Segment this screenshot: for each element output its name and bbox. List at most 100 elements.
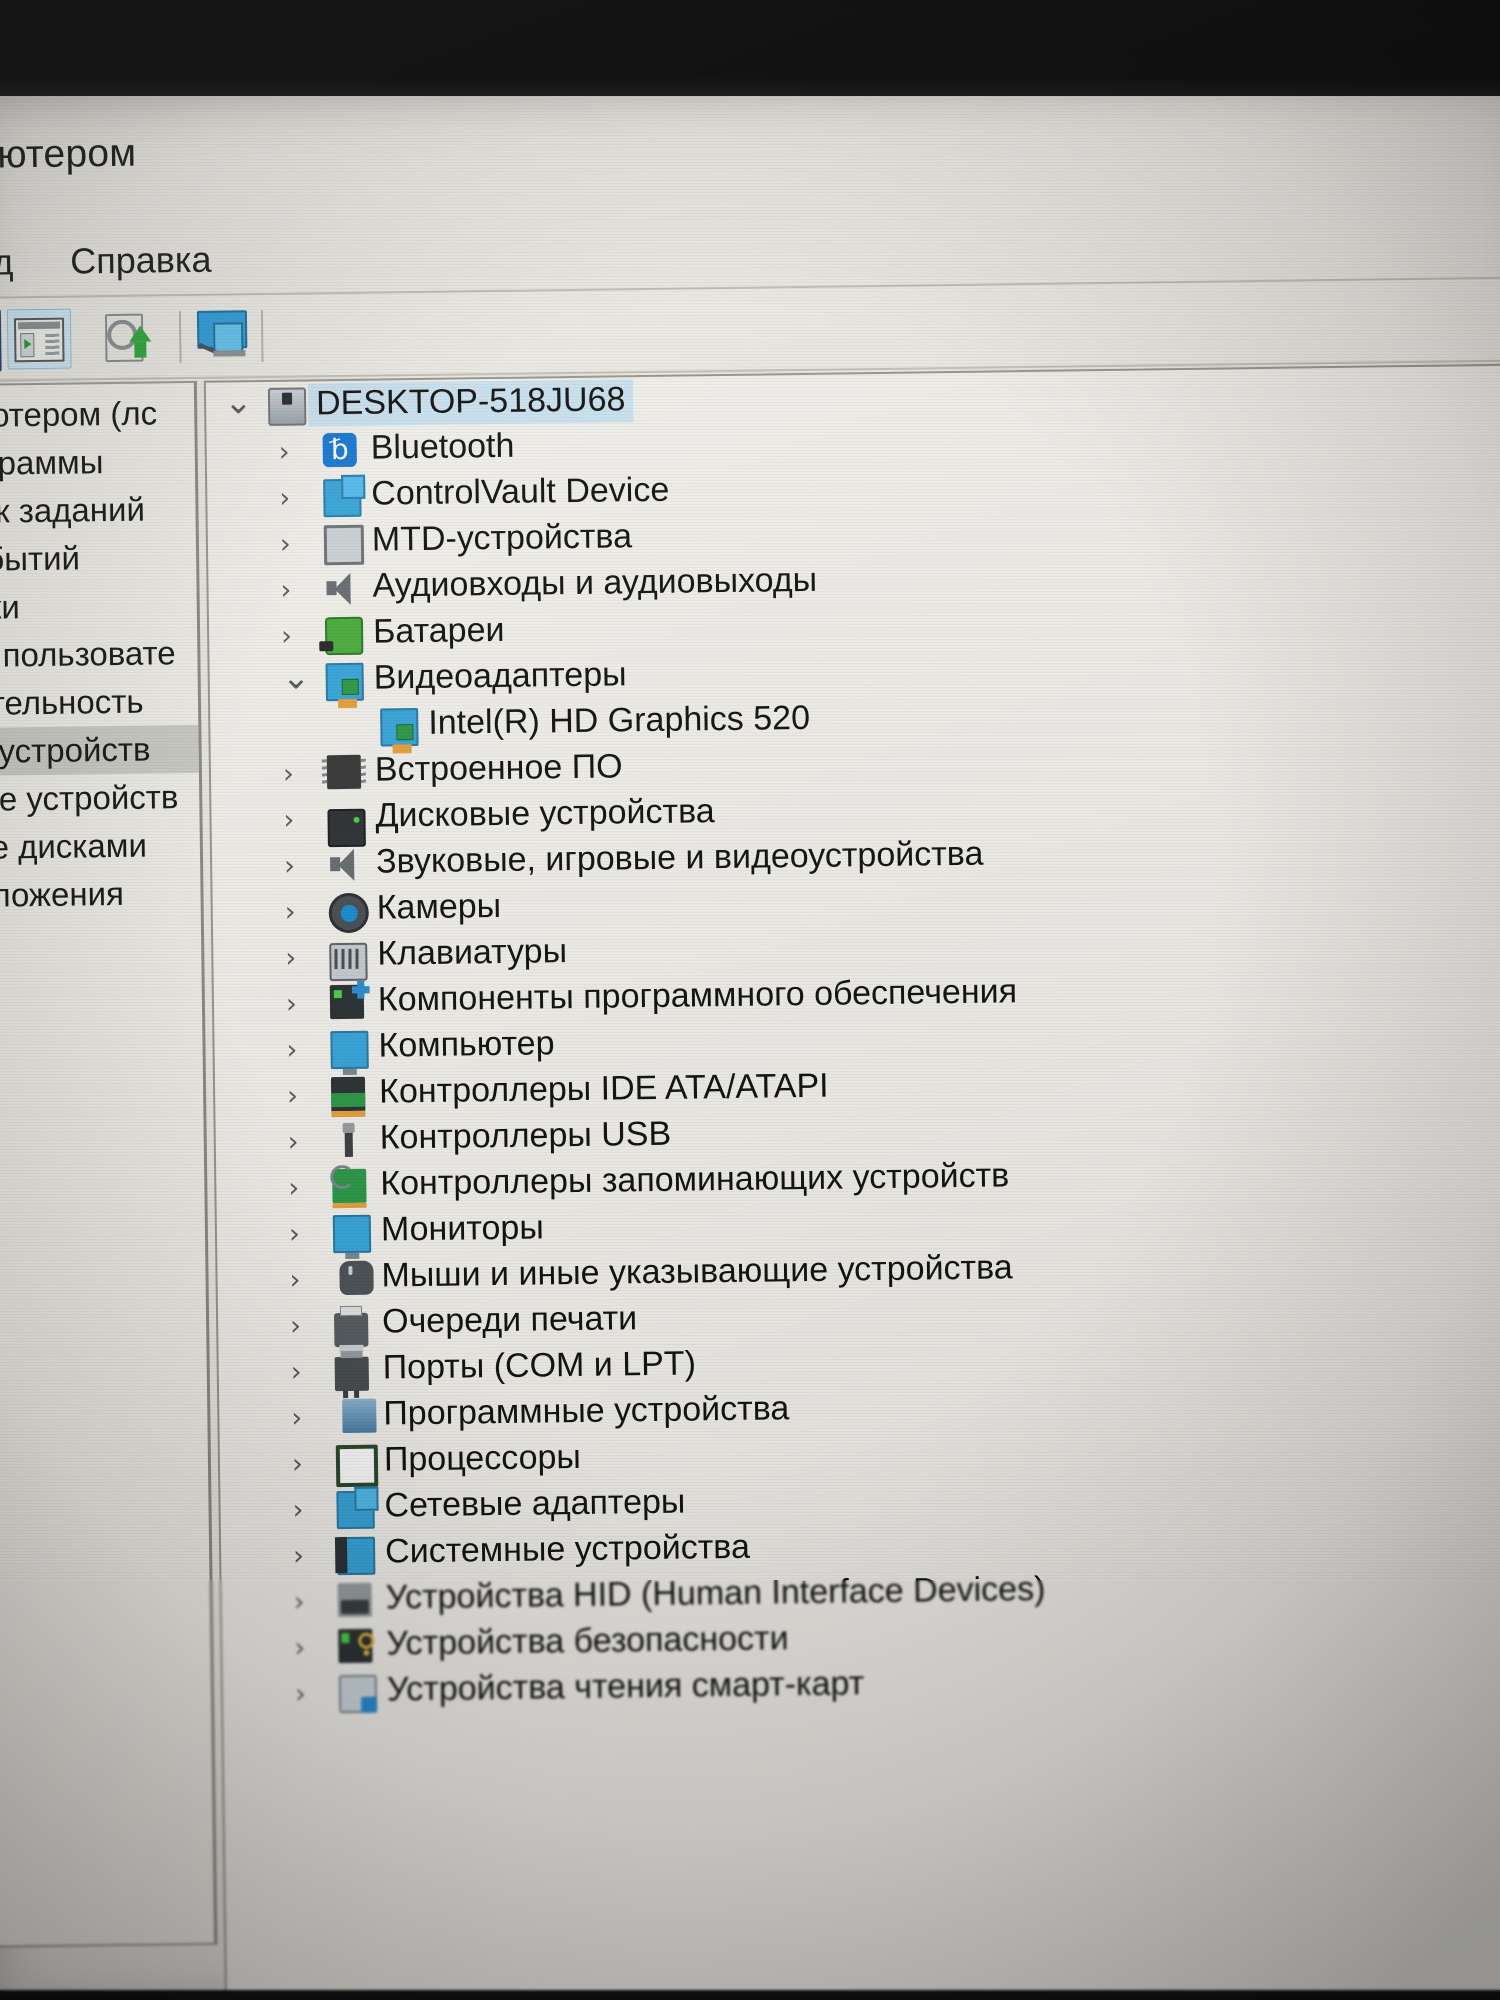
device-tree-node-label: Программные устройства: [383, 1389, 790, 1433]
sidebar-item-disk-management[interactable]: ние дисками: [0, 821, 200, 872]
chevron-right-icon[interactable]: ›: [291, 1357, 302, 1388]
network-device-icon: [323, 478, 362, 518]
chevron-right-icon[interactable]: ›: [285, 897, 296, 928]
device-tree-node-label: Сетевые адаптеры: [384, 1482, 686, 1525]
console-tree-item-label: ер устройств: [0, 730, 151, 771]
device-tree-node-label: Контроллеры запоминающих устройств: [380, 1156, 1010, 1203]
device-tree-node-label: Процессоры: [383, 1437, 582, 1479]
page-title: льютером: [0, 131, 137, 178]
device-tree-node-label: Контроллеры USB: [379, 1114, 672, 1157]
usb-icon: [332, 1123, 366, 1157]
sidebar-item-local-users-groups[interactable]: ые пользовате: [0, 629, 198, 680]
update-driver-button[interactable]: [101, 307, 164, 366]
sidebar-item-services-applications[interactable]: риложения: [0, 869, 201, 920]
computer-icon: [267, 387, 307, 426]
chevron-right-icon[interactable]: ›: [285, 943, 296, 974]
chevron-right-icon[interactable]: ›: [288, 1127, 299, 1158]
chevron-right-icon[interactable]: ›: [289, 1219, 300, 1250]
device-tree-node-label: Intel(R) HD Graphics 520: [428, 698, 811, 742]
sidebar-item-event-viewer[interactable]: событий: [0, 533, 196, 584]
chevron-right-icon[interactable]: ›: [279, 483, 290, 514]
sidebar-item-shared-folders[interactable]: апки: [0, 581, 197, 632]
battery-icon: [324, 616, 364, 656]
console-tree-item-label: рограммы: [0, 443, 104, 483]
device-tree-node-label: Устройства чтения смарт-карт: [386, 1664, 865, 1709]
photo-of-screen: льютером Вид Справка ?: [0, 0, 1500, 2000]
chevron-right-icon[interactable]: ›: [283, 805, 294, 836]
ide-controller-icon: [330, 1076, 366, 1112]
chevron-right-icon[interactable]: ›: [290, 1311, 301, 1342]
console-tree-item-label: льютером (лс: [0, 394, 158, 435]
sidebar-item-performance[interactable]: дительность: [0, 677, 198, 728]
chevron-right-icon[interactable]: ›: [292, 1495, 303, 1526]
chevron-right-icon[interactable]: ›: [286, 1035, 297, 1066]
keyboard-icon: [329, 939, 368, 982]
device-tree-node-label: Устройства безопасности: [386, 1619, 789, 1663]
chevron-right-icon[interactable]: ›: [279, 437, 290, 468]
device-tree-node-label: Компоненты программного обеспечения: [377, 972, 1018, 1019]
sidebar-item-system-tools[interactable]: рограммы: [0, 437, 195, 488]
security-device-icon: [338, 1628, 373, 1664]
chevron-right-icon[interactable]: ›: [287, 1081, 298, 1112]
sidebar-item-storage[interactable]: щие устройств: [0, 773, 200, 824]
chevron-right-icon[interactable]: ›: [283, 759, 294, 790]
menu-view[interactable]: Вид: [0, 241, 14, 284]
sidebar-item-task-scheduler[interactable]: щик заданий: [0, 485, 196, 536]
chevron-right-icon[interactable]: ›: [280, 529, 291, 560]
sidebar-item-device-manager[interactable]: ер устройств: [0, 724, 199, 777]
toolbar-separator: [178, 311, 182, 364]
monitor-scan-icon: [195, 306, 258, 365]
scan-hardware-changes-button[interactable]: [195, 306, 258, 365]
console-tree-item-label: щие устройств: [0, 778, 179, 819]
storage-controller-icon: [332, 1168, 367, 1204]
device-tree-node-label: Мониторы: [380, 1208, 544, 1249]
console-tree-item-label: щик заданий: [0, 490, 146, 531]
toolbar-separator-2: [260, 310, 264, 363]
firmware-chip-icon: [326, 754, 362, 790]
console-tree-item-label: событий: [0, 539, 81, 579]
question-icon: ?: [0, 309, 2, 373]
port-icon: [334, 1353, 370, 1392]
show-hide-console-tree-button[interactable]: [6, 308, 72, 370]
chevron-right-icon[interactable]: ›: [286, 989, 297, 1020]
chevron-right-icon[interactable]: ›: [284, 851, 295, 882]
chevron-right-icon[interactable]: ›: [295, 1679, 306, 1710]
hid-device-icon: [337, 1582, 372, 1618]
sidebar-item-computer-management[interactable]: льютером (лс: [0, 389, 195, 440]
device-tree-node-label: Батареи: [372, 610, 505, 651]
speaker-icon: [324, 571, 358, 605]
device-tree-node-label: Контроллеры IDE ATA/ATAPI: [378, 1066, 829, 1111]
chevron-right-icon[interactable]: ›: [293, 1541, 304, 1572]
device-tree-node-label: Компьютер: [378, 1024, 555, 1065]
monitor-icon: [332, 1214, 372, 1254]
menu-help[interactable]: Справка: [70, 239, 212, 283]
device-tree-node-label: Системные устройства: [384, 1527, 751, 1571]
chevron-right-icon[interactable]: ›: [291, 1403, 302, 1434]
display-adapter-icon: [380, 708, 419, 747]
chevron-right-icon[interactable]: ›: [292, 1449, 303, 1480]
device-tree-node-label: Дисковые устройства: [375, 792, 715, 835]
disk-drive-icon: [327, 801, 366, 848]
camera-icon: [328, 892, 370, 934]
console-tree-item-label: риложения: [0, 874, 125, 915]
chevron-right-icon[interactable]: ›: [294, 1633, 305, 1664]
chevron-down-icon[interactable]: ⌄: [224, 382, 253, 422]
console-tree-item-label: апки: [0, 588, 21, 627]
device-tree-node-label: Клавиатуры: [377, 932, 568, 973]
chevron-right-icon[interactable]: ›: [289, 1265, 300, 1296]
chevron-right-icon[interactable]: ›: [294, 1587, 305, 1618]
device-tree-node-label: Устройства HID (Human Interface Devices): [385, 1569, 1046, 1617]
device-tree-node-label: ControlVault Device: [371, 470, 670, 513]
screen-bezel-top: [0, 0, 1500, 96]
chevron-right-icon[interactable]: ›: [288, 1173, 299, 1204]
display-adapter-icon: [325, 662, 365, 702]
device-tree-node-label: Камеры: [376, 886, 502, 927]
console-tree-pane: льютером (лс рограммы щик заданий событий а…: [0, 380, 218, 1948]
chevron-down-icon[interactable]: ⌄: [281, 657, 310, 697]
device-tree-node-label: DESKTOP-518JU68: [307, 379, 634, 427]
chevron-right-icon[interactable]: ›: [281, 621, 292, 652]
gear-arrow-icon: [101, 307, 164, 366]
chevron-right-icon[interactable]: ›: [280, 575, 291, 606]
software-device-icon: [335, 1398, 377, 1434]
screen-bezel-bottom: [0, 1990, 1500, 2000]
